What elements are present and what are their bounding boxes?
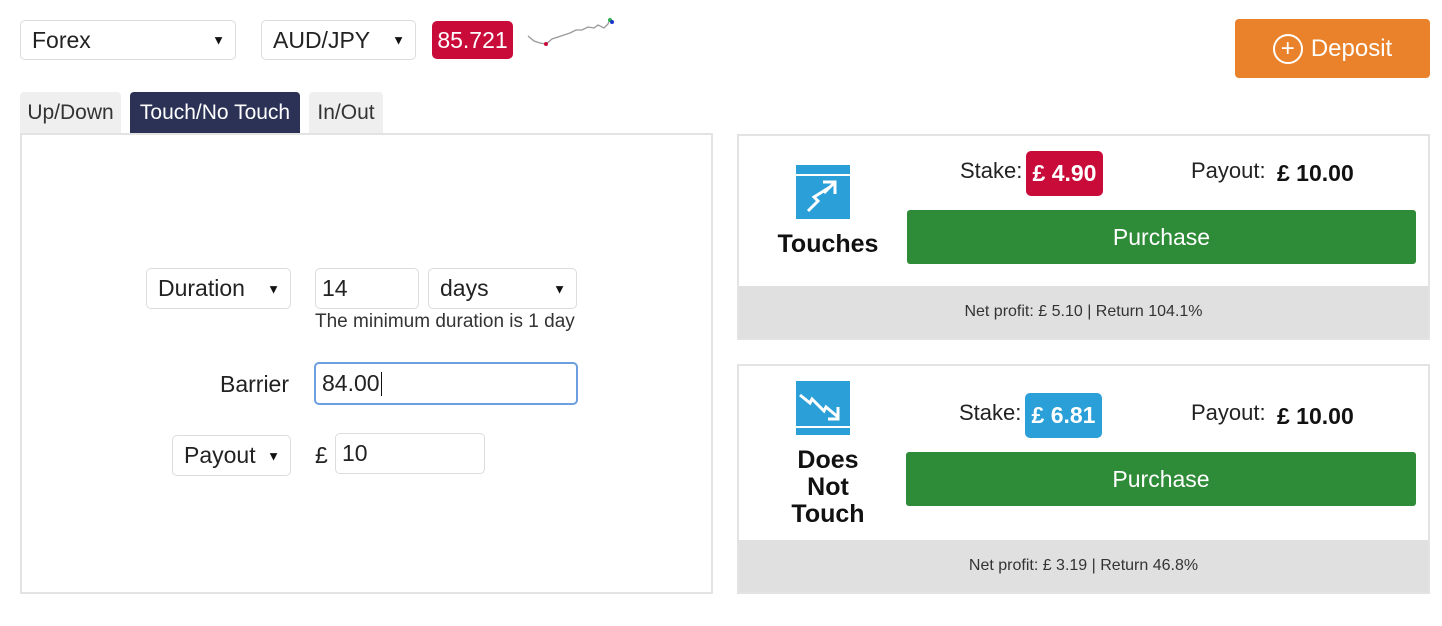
tab-up-down[interactable]: Up/Down [20,92,121,133]
tab-label: In/Out [317,100,375,124]
payout-label: Payout: [1191,400,1266,425]
amount-input-value: 10 [342,440,368,466]
market-select-value: Forex [32,26,91,53]
dropdown-arrow-icon: ▼ [212,32,225,48]
purchase-label: Purchase [1112,465,1210,492]
tab-label: Up/Down [27,100,114,124]
touches-trend-up-icon [796,165,850,219]
contract-title-line: Not [807,473,849,501]
tab-touch-no-touch[interactable]: Touch/No Touch [130,92,300,133]
duration-unit-select[interactable]: days ▼ [428,268,577,309]
stake-label: Stake: [960,158,1023,183]
contract-card-does-not-touch: Does Not Touch Stake: £ 6.81 Payout: £ 1… [737,364,1430,594]
contract-title: Touches [777,230,879,258]
stake-value-badge: £ 6.81 [1025,393,1102,438]
contract-title: Does Not Touch [759,447,897,528]
duration-value-text: 14 [322,275,348,301]
contract-form-panel: Duration ▼ 14 days ▼ The minimum duratio… [20,133,713,594]
duration-type-select[interactable]: Duration ▼ [146,268,291,309]
amount-type-value: Payout [184,442,256,468]
barrier-input[interactable]: 84.00 [314,362,578,405]
barrier-input-value: 84.00 [322,370,380,396]
purchase-label: Purchase [1112,223,1211,250]
market-select[interactable]: Forex ▼ [20,20,236,60]
deposit-button[interactable]: + Deposit [1235,19,1430,78]
duration-type-value: Duration [158,275,245,301]
dropdown-arrow-icon: ▼ [392,32,405,48]
contract-card-touches: Touches Stake: £ 4.90 Payout: £ 10.00 Pu… [737,134,1430,340]
tab-label: Touch/No Touch [139,100,291,124]
symbol-select-value: AUD/JPY [273,26,371,53]
purchase-button-touches[interactable]: Purchase [907,210,1416,264]
text-cursor [380,371,382,396]
payout-value: £ 10.00 [1277,160,1354,186]
symbol-select[interactable]: AUD/JPY ▼ [261,20,416,60]
amount-input[interactable]: 10 [335,433,485,474]
contract-title-line: Touch [791,500,865,528]
deposit-button-label: Deposit [1310,34,1393,62]
dropdown-arrow-icon: ▼ [267,281,280,296]
contract-title-line: Does [797,446,859,474]
duration-unit-value: days [440,275,489,301]
net-profit-footer: Net profit: £ 3.19 | Return 46.8% [739,540,1428,592]
stake-label: Stake: [959,400,1022,425]
does-not-touch-trend-down-icon [796,381,850,435]
amount-type-select[interactable]: Payout ▼ [172,435,291,476]
tab-in-out[interactable]: In/Out [309,92,383,133]
duration-value-input[interactable]: 14 [315,268,419,309]
plus-circle-icon: + [1272,33,1303,64]
price-sparkline [527,18,614,46]
currency-symbol: £ [315,442,328,468]
duration-hint: The minimum duration is 1 day [315,311,575,332]
stake-value-badge: £ 4.90 [1026,151,1103,196]
net-profit-footer: Net profit: £ 5.10 | Return 104.1% [739,286,1428,338]
payout-label: Payout: [1191,158,1266,183]
barrier-label: Barrier [220,371,290,397]
payout-value: £ 10.00 [1277,403,1354,429]
dropdown-arrow-icon: ▼ [553,281,566,296]
purchase-button-does-not-touch[interactable]: Purchase [906,452,1416,506]
dropdown-arrow-icon: ▼ [267,448,280,463]
spot-price-badge: 85.721 [432,21,513,59]
